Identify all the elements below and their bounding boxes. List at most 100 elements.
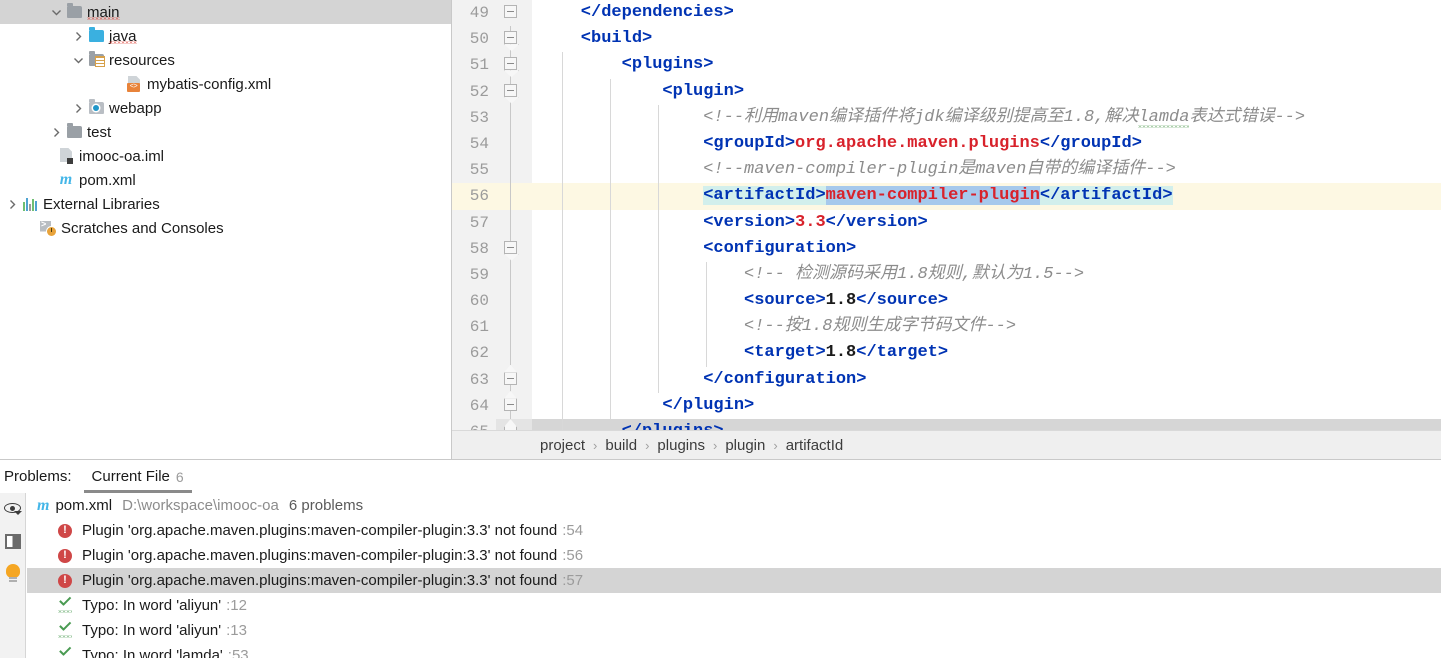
chevron-right-icon[interactable] xyxy=(4,192,20,216)
fold-marker-icon[interactable] xyxy=(504,5,517,18)
fold-gutter[interactable] xyxy=(496,104,532,131)
code-text[interactable]: <plugin> xyxy=(532,78,1441,105)
problem-row[interactable]: Plugin 'org.apache.maven.plugins:maven-c… xyxy=(27,543,1441,568)
fold-gutter[interactable] xyxy=(496,0,532,27)
problems-file-row[interactable]: m pom.xml D:\workspace\imooc-oa 6 proble… xyxy=(27,493,1441,518)
code-line[interactable]: 63 </configuration> xyxy=(452,366,1441,393)
problems-list[interactable]: m pom.xml D:\workspace\imooc-oa 6 proble… xyxy=(26,493,1441,658)
fold-gutter[interactable] xyxy=(496,52,532,79)
code-text[interactable]: <!--maven-compiler-plugin是maven自带的编译插件--… xyxy=(532,157,1441,184)
breadcrumb-item-project[interactable]: project xyxy=(540,437,585,454)
project-tree-list[interactable]: main java resources <> mybatis-config.xml web… xyxy=(0,0,451,240)
code-text[interactable]: </plugins> xyxy=(532,419,1441,430)
code-text[interactable]: <!--按1.8规则生成字节码文件--> xyxy=(532,314,1441,341)
code-line[interactable]: 57 <version>3.3</version> xyxy=(452,209,1441,236)
code-line[interactable]: 56 <artifactId>maven-compiler-plugin</ar… xyxy=(452,183,1441,210)
problem-row[interactable]: Plugin 'org.apache.maven.plugins:maven-c… xyxy=(27,568,1441,593)
code-text[interactable]: <source>1.8</source> xyxy=(532,288,1441,315)
code-line[interactable]: 50 <build> xyxy=(452,26,1441,53)
fold-gutter[interactable] xyxy=(496,209,532,236)
bulb-icon[interactable] xyxy=(3,563,23,583)
tree-item-main[interactable]: main xyxy=(0,0,451,24)
code-text[interactable]: <!--利用maven编译插件将jdk编译级别提高至1.8,解决lamda表达式… xyxy=(532,104,1441,131)
chevron-right-icon[interactable] xyxy=(70,24,86,48)
tree-item-external-libraries[interactable]: External Libraries xyxy=(0,192,451,216)
tree-item-label: pom.xml xyxy=(79,171,136,189)
project-tree-panel[interactable]: main java resources <> mybatis-config.xml web… xyxy=(0,0,452,459)
fold-gutter[interactable] xyxy=(496,419,532,430)
code-line[interactable]: 60 <source>1.8</source> xyxy=(452,288,1441,315)
breadcrumb-item-plugins[interactable]: plugins xyxy=(657,437,705,454)
breadcrumb[interactable]: project › build › plugins › plugin › artifactId xyxy=(452,430,1441,459)
code-text[interactable]: <!-- 检测源码采用1.8规则,默认为1.5--> xyxy=(532,261,1441,289)
problem-row[interactable]: Typo: In word 'lamda':53 xyxy=(27,643,1441,658)
code-line[interactable]: 52 <plugin> xyxy=(452,78,1441,105)
fold-gutter[interactable] xyxy=(496,340,532,367)
code-text[interactable]: </configuration> xyxy=(532,366,1441,393)
code-text[interactable]: <groupId>org.apache.maven.plugins</group… xyxy=(532,130,1441,158)
fold-gutter[interactable] xyxy=(496,183,532,210)
chevron-down-icon[interactable] xyxy=(70,48,86,72)
code-line[interactable]: 59 <!-- 检测源码采用1.8规则,默认为1.5--> xyxy=(452,261,1441,289)
code-line[interactable]: 58 <configuration> xyxy=(452,235,1441,262)
tree-item-java[interactable]: java xyxy=(0,24,451,48)
tree-item-mybatis-config-xml[interactable]: <> mybatis-config.xml xyxy=(0,72,451,96)
code-line[interactable]: 51 <plugins> xyxy=(452,52,1441,79)
fold-marker-icon[interactable] xyxy=(504,371,517,385)
fold-gutter[interactable] xyxy=(496,288,532,315)
code-text[interactable]: <target>1.8</target> xyxy=(532,340,1441,367)
code-text[interactable]: <artifactId>maven-compiler-plugin</artif… xyxy=(532,183,1441,210)
fold-marker-icon[interactable] xyxy=(504,31,517,45)
tree-item-scratches-and-consoles[interactable]: Scratches and Consoles xyxy=(0,216,451,240)
eye-icon[interactable] xyxy=(3,499,23,519)
code-line[interactable]: 62 <target>1.8</target> xyxy=(452,340,1441,367)
code-text[interactable]: </dependencies> xyxy=(532,0,1441,26)
tree-item-test[interactable]: test xyxy=(0,120,451,144)
code-text[interactable]: <version>3.3</version> xyxy=(532,209,1441,236)
tree-item-resources[interactable]: resources xyxy=(0,48,451,72)
fold-marker-icon[interactable] xyxy=(504,57,517,71)
tree-item-imooc-oa-iml[interactable]: imooc-oa.iml xyxy=(0,144,451,168)
chevron-right-icon[interactable] xyxy=(48,120,64,144)
fold-gutter[interactable] xyxy=(496,78,532,105)
code-line[interactable]: 55 <!--maven-compiler-plugin是maven自带的编译插… xyxy=(452,157,1441,184)
fold-marker-icon[interactable] xyxy=(504,240,517,254)
breadcrumb-item-artifactId[interactable]: artifactId xyxy=(786,437,844,454)
tree-item-pom-xml[interactable]: m pom.xml xyxy=(0,168,451,192)
fold-gutter[interactable] xyxy=(496,366,532,393)
fold-marker-icon[interactable] xyxy=(504,83,517,97)
problem-row[interactable]: Typo: In word 'aliyun':13 xyxy=(27,618,1441,643)
fold-gutter[interactable] xyxy=(496,26,532,53)
problem-row[interactable]: Plugin 'org.apache.maven.plugins:maven-c… xyxy=(27,518,1441,543)
fold-gutter[interactable] xyxy=(496,261,532,289)
split-icon[interactable] xyxy=(3,531,23,551)
code-line[interactable]: 64 </plugin> xyxy=(452,392,1441,419)
code-line[interactable]: 65 </plugins> xyxy=(452,419,1441,430)
tree-item-webapp[interactable]: webapp xyxy=(0,96,451,120)
tab-current-file[interactable]: Current File 6 xyxy=(78,460,198,493)
code-text[interactable]: </plugin> xyxy=(532,392,1441,419)
editor-code-area[interactable]: 49 </dependencies> 50 <build> 51 <plugins>… xyxy=(452,0,1441,430)
code-line[interactable]: 54 <groupId>org.apache.maven.plugins</gr… xyxy=(452,130,1441,158)
code-editor[interactable]: 49 </dependencies> 50 <build> 51 <plugins>… xyxy=(452,0,1441,459)
code-line[interactable]: 53 <!--利用maven编译插件将jdk编译级别提高至1.8,解决lamda… xyxy=(452,104,1441,131)
problems-tab-bar[interactable]: Problems: Current File 6 xyxy=(0,460,1441,493)
breadcrumb-item-build[interactable]: build xyxy=(605,437,637,454)
code-text[interactable]: <build> xyxy=(532,26,1441,52)
fold-gutter[interactable] xyxy=(496,157,532,184)
breadcrumb-item-plugin[interactable]: plugin xyxy=(725,437,765,454)
code-text[interactable]: <plugins> xyxy=(532,52,1441,79)
chevron-down-icon[interactable] xyxy=(48,0,64,24)
code-text[interactable]: <configuration> xyxy=(532,235,1441,262)
fold-gutter[interactable] xyxy=(496,235,532,262)
fold-gutter[interactable] xyxy=(496,130,532,158)
fold-marker-icon[interactable] xyxy=(504,397,517,411)
fold-gutter[interactable] xyxy=(496,392,532,419)
fold-gutter[interactable] xyxy=(496,314,532,341)
code-line[interactable]: 61 <!--按1.8规则生成字节码文件--> xyxy=(452,314,1441,341)
problem-rows[interactable]: Plugin 'org.apache.maven.plugins:maven-c… xyxy=(27,518,1441,658)
code-line[interactable]: 49 </dependencies> xyxy=(452,0,1441,27)
chevron-right-icon[interactable] xyxy=(70,96,86,120)
problem-row[interactable]: Typo: In word 'aliyun':12 xyxy=(27,593,1441,618)
code-token: <!-- 检测源码采用1.8规则,默认为1.5--> xyxy=(540,264,1085,284)
